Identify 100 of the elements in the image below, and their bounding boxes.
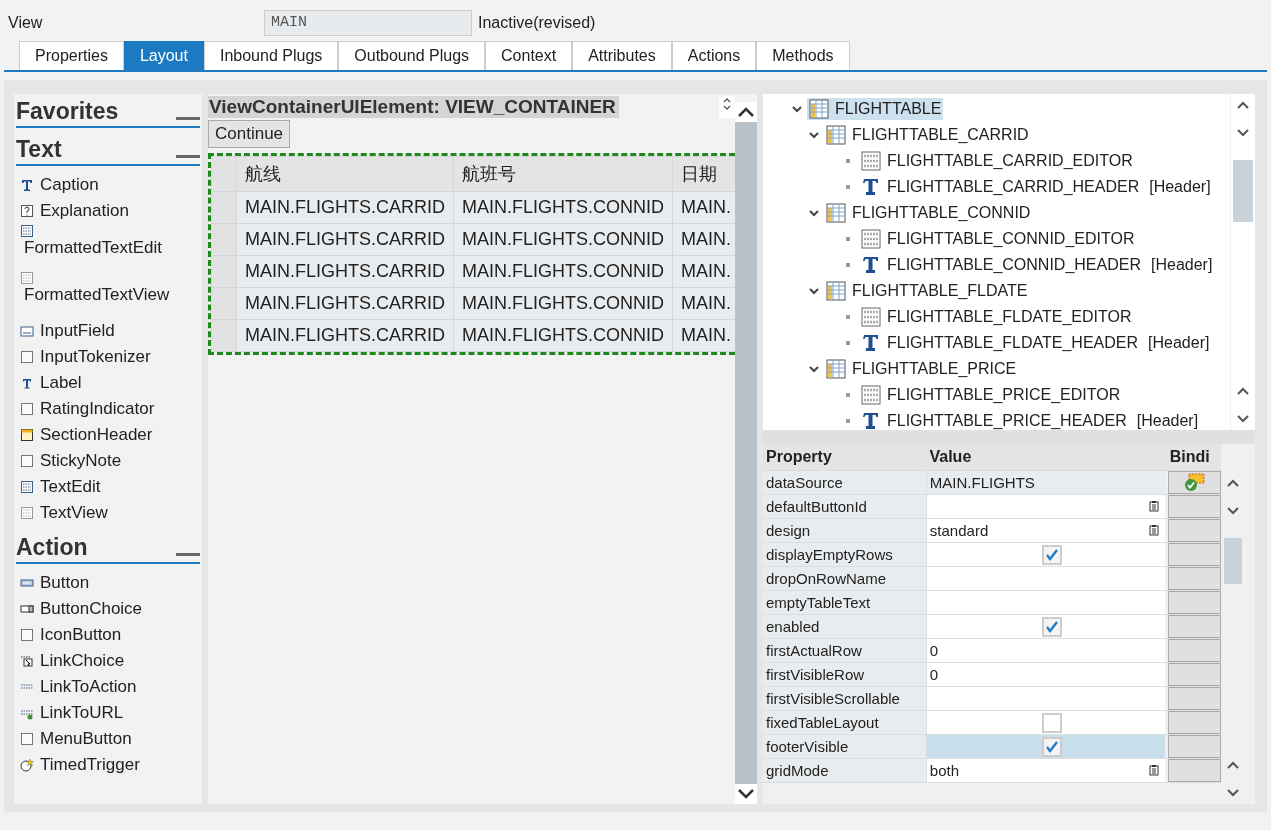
tab[interactable]: Inbound Plugs	[203, 41, 339, 70]
element-icon	[20, 350, 34, 364]
palette-item[interactable]: LinkToAction	[40, 677, 137, 697]
chevron-icon[interactable]	[808, 129, 820, 141]
palette-item[interactable]: Explanation	[40, 201, 129, 221]
tab[interactable]: Layout	[123, 41, 204, 70]
clipboard-icon[interactable]	[1148, 500, 1159, 512]
chevron-icon[interactable]	[808, 285, 820, 297]
element-icon	[20, 204, 34, 218]
palette-item[interactable]: FormattedTextEdit	[24, 238, 162, 258]
chevron-icon[interactable]	[791, 103, 803, 115]
property-value[interactable]: 0	[925, 663, 1165, 686]
tab[interactable]: Attributes	[572, 41, 672, 70]
checkbox[interactable]	[1041, 544, 1062, 565]
checkbox[interactable]	[1041, 736, 1062, 757]
palette-item[interactable]: SectionHeader	[40, 425, 153, 445]
palette-item[interactable]: Label	[40, 373, 82, 393]
tree-node[interactable]: FLIGHTTABLE_CONNID_HEADER [Header]	[859, 254, 1215, 276]
palette-item[interactable]: TextView	[40, 503, 108, 523]
bullet-icon	[846, 341, 850, 345]
clipboard-icon[interactable]	[1148, 524, 1159, 536]
palette-group-title[interactable]: Favorites	[16, 96, 119, 126]
continue-button[interactable]: Continue	[208, 120, 291, 148]
binding-button[interactable]	[1167, 711, 1221, 734]
binding-button[interactable]	[1167, 591, 1221, 614]
tree-node[interactable]: FLIGHTTABLE_CARRID	[824, 124, 1031, 146]
tree-node[interactable]: FLIGHTTABLE_PRICE	[824, 358, 1019, 380]
scroll-thumb[interactable]	[1224, 538, 1242, 584]
bullet-icon	[846, 237, 850, 241]
scroll-thumb[interactable]	[1233, 160, 1253, 222]
property-value[interactable]: standard	[925, 519, 1165, 542]
palette-item[interactable]: Caption	[40, 175, 99, 195]
palette-item[interactable]: TimedTrigger	[40, 755, 140, 775]
table-cell: MAIN.	[672, 223, 735, 256]
tab[interactable]: Properties	[19, 41, 124, 70]
binding-button[interactable]	[1167, 543, 1221, 566]
chevron-icon[interactable]	[808, 207, 820, 219]
palette-item[interactable]: InputTokenizer	[40, 347, 151, 367]
palette-item[interactable]: InputField	[40, 321, 115, 341]
tree-node[interactable]: FLIGHTTABLE_CONNID	[824, 202, 1033, 224]
up-down-icon[interactable]	[719, 96, 735, 118]
tab[interactable]: Methods	[756, 41, 850, 70]
tab[interactable]: Context	[485, 41, 573, 70]
tree-node[interactable]: FLIGHTTABLE_FLDATE_EDITOR	[859, 306, 1134, 328]
tree-node[interactable]: FLIGHTTABLE_CONNID_EDITOR	[859, 228, 1137, 250]
tree-node[interactable]: FLIGHTTABLE	[807, 98, 944, 120]
property-value[interactable]: both	[925, 759, 1165, 782]
clipboard-icon[interactable]	[1148, 764, 1159, 776]
tree-node[interactable]: FLIGHTTABLE_PRICE_EDITOR	[859, 384, 1123, 406]
palette-item[interactable]: ButtonChoice	[40, 599, 143, 619]
palette-item[interactable]: LinkToURL	[40, 703, 124, 723]
element-icon	[20, 576, 34, 590]
palette-item[interactable]: Button	[40, 573, 90, 593]
tree-node[interactable]: FLIGHTTABLE_CARRID_HEADER [Header]	[859, 176, 1213, 198]
letter-t-icon	[861, 333, 881, 353]
tree-node[interactable]: FLIGHTTABLE_FLDATE	[824, 280, 1030, 302]
bullet-icon	[846, 185, 850, 189]
binding-button[interactable]	[1167, 567, 1221, 590]
element-icon	[20, 602, 34, 616]
binding-button[interactable]	[1167, 615, 1221, 638]
palette-item[interactable]: IconButton	[40, 625, 122, 645]
palette-item[interactable]: FormattedTextView	[24, 285, 170, 305]
chevron-icon[interactable]	[808, 363, 820, 375]
binding-button[interactable]	[1167, 471, 1221, 494]
palette-item[interactable]: RatingIndicator	[40, 399, 155, 419]
property-name: firstVisibleScrollable	[763, 687, 926, 710]
bullet-icon	[846, 393, 850, 397]
binding-button[interactable]	[1167, 687, 1221, 710]
tree-node[interactable]: FLIGHTTABLE_CARRID_EDITOR	[859, 150, 1135, 172]
property-value[interactable]: 0	[925, 639, 1165, 662]
property-name: fixedTableLayout	[763, 711, 926, 734]
table-cell: MAIN.FLIGHTS.CONNID	[453, 223, 673, 256]
checkbox[interactable]	[1041, 712, 1062, 733]
minimize-icon[interactable]	[176, 553, 200, 556]
palette-item[interactable]: LinkChoice	[40, 651, 125, 671]
property-name: firstActualRow	[763, 639, 926, 662]
scrollbar[interactable]	[735, 102, 757, 804]
property-value[interactable]: MAIN.FLIGHTS	[925, 471, 1165, 494]
binding-button[interactable]	[1167, 663, 1221, 686]
tree-node[interactable]: FLIGHTTABLE_FLDATE_HEADER [Header]	[859, 332, 1212, 354]
tab[interactable]: Actions	[671, 41, 757, 70]
property-value[interactable]	[925, 687, 1165, 710]
palette-item[interactable]: StickyNote	[40, 451, 122, 471]
palette-group-title[interactable]: Action	[16, 532, 88, 562]
palette-item[interactable]: TextEdit	[40, 477, 101, 497]
scrollbar[interactable]	[1230, 94, 1255, 430]
property-name: enabled	[763, 615, 926, 638]
minimize-icon[interactable]	[176, 155, 200, 158]
palette-item[interactable]: MenuButton	[40, 729, 132, 749]
palette-group-title[interactable]: Text	[16, 134, 62, 164]
tree-node[interactable]: FLIGHTTABLE_PRICE_HEADER [Header]	[859, 410, 1201, 430]
view-name-field[interactable]: MAIN	[264, 10, 472, 36]
table-cell: MAIN.FLIGHTS.CARRID	[236, 319, 454, 352]
element-icon	[20, 402, 34, 416]
binding-button[interactable]	[1167, 639, 1221, 662]
column-header: Bindi	[1168, 447, 1211, 467]
tab[interactable]: Outbound Plugs	[338, 41, 486, 70]
checkbox[interactable]	[1041, 616, 1062, 637]
table-cell: MAIN.FLIGHTS.CARRID	[236, 223, 454, 256]
minimize-icon[interactable]	[176, 117, 200, 120]
